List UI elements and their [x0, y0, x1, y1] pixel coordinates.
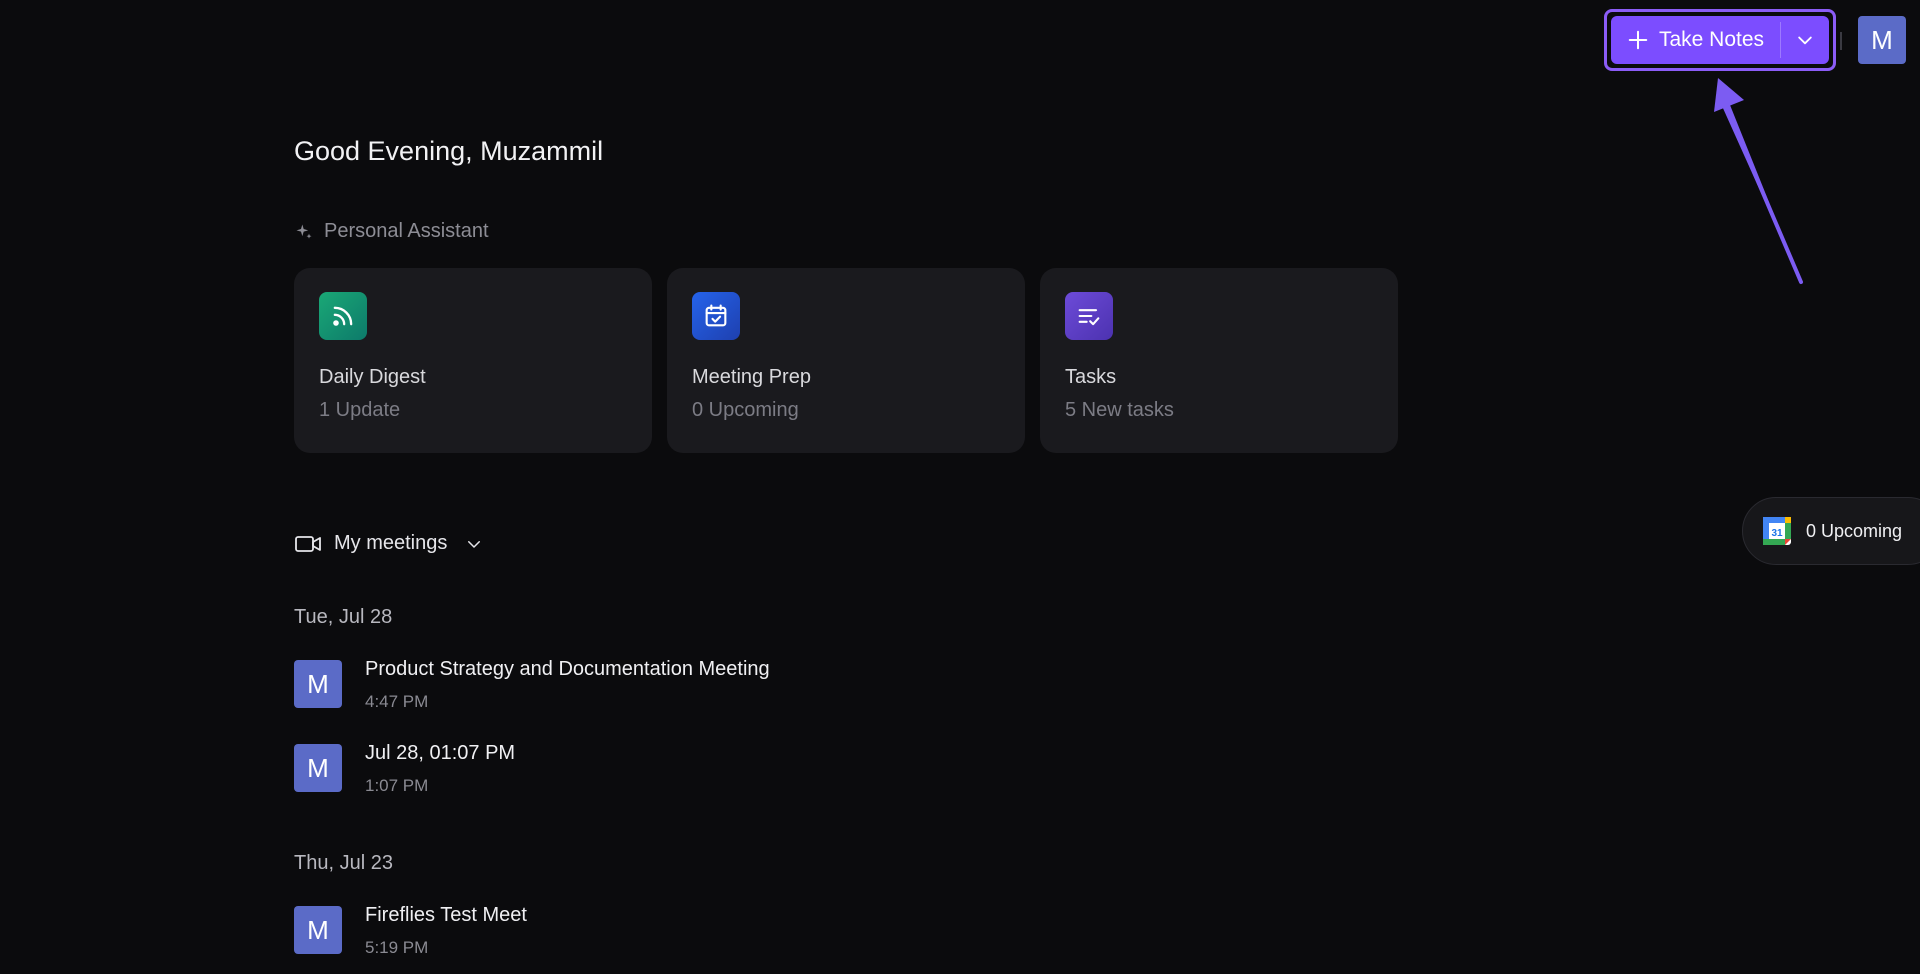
date-group-label: Thu, Jul 23	[294, 852, 393, 874]
card-subtitle: 5 New tasks	[1065, 399, 1174, 421]
user-avatar[interactable]: M	[1858, 16, 1906, 64]
meeting-title: Product Strategy and Documentation Meeti…	[365, 658, 770, 680]
meeting-avatar: M	[294, 744, 342, 792]
app-page: Take Notes M Good Evening, Muzammil Pers…	[0, 0, 1920, 974]
meeting-title: Fireflies Test Meet	[365, 904, 527, 926]
sparkle-icon	[296, 224, 312, 239]
personal-assistant-label: Personal Assistant	[294, 220, 489, 243]
date-group-label: Tue, Jul 28	[294, 606, 393, 628]
take-notes-dropdown-button[interactable]	[1781, 16, 1829, 64]
my-meetings-label: My meetings	[334, 532, 448, 554]
card-title: Daily Digest	[319, 366, 426, 388]
meeting-prep-card[interactable]: Meeting Prep 0 Upcoming	[667, 268, 1025, 453]
task-list-icon	[1065, 292, 1113, 340]
chevron-down-icon	[468, 540, 481, 548]
greeting-heading: Good Evening, Muzammil	[294, 136, 604, 166]
calendar-date-text: 31	[1771, 528, 1783, 539]
meeting-item[interactable]: M Jul 28, 01:07 PM 1:07 PM	[294, 742, 994, 798]
daily-digest-card[interactable]: Daily Digest 1 Update	[294, 268, 652, 453]
toolbar-separator	[1840, 32, 1842, 50]
chevron-down-icon	[1798, 36, 1812, 45]
video-camera-icon	[295, 535, 321, 552]
calendar-check-icon	[692, 292, 740, 340]
card-title: Tasks	[1065, 366, 1117, 388]
my-meetings-dropdown[interactable]: My meetings	[294, 532, 483, 555]
meeting-time: 1:07 PM	[365, 776, 429, 795]
upcoming-meetings-pill[interactable]: 31 0 Upcoming	[1742, 497, 1920, 565]
rss-icon	[319, 292, 367, 340]
card-title: Meeting Prep	[692, 366, 811, 388]
meeting-avatar: M	[294, 660, 342, 708]
upcoming-label: 0 Upcoming	[1806, 520, 1903, 541]
card-subtitle: 1 Update	[319, 399, 401, 421]
card-subtitle: 0 Upcoming	[692, 399, 799, 421]
take-notes-label: Take Notes	[1658, 28, 1765, 51]
take-notes-button-group: Take Notes	[1611, 16, 1829, 64]
personal-assistant-text: Personal Assistant	[324, 220, 489, 242]
meeting-title: Jul 28, 01:07 PM	[365, 742, 516, 764]
take-notes-button[interactable]: Take Notes	[1611, 16, 1780, 64]
assistant-cards: Daily Digest 1 Update Meeting Prep 0 Upc…	[294, 268, 1398, 453]
google-calendar-icon: 31	[1763, 517, 1791, 545]
tasks-card[interactable]: Tasks 5 New tasks	[1040, 268, 1398, 453]
meeting-time: 4:47 PM	[365, 692, 429, 711]
annotation-arrow-icon	[1714, 78, 1803, 284]
meeting-avatar: M	[294, 906, 342, 954]
meeting-item[interactable]: M Fireflies Test Meet 5:19 PM	[294, 904, 994, 960]
meeting-item[interactable]: M Product Strategy and Documentation Mee…	[294, 658, 994, 714]
plus-icon	[1628, 30, 1648, 50]
meeting-time: 5:19 PM	[365, 938, 429, 957]
